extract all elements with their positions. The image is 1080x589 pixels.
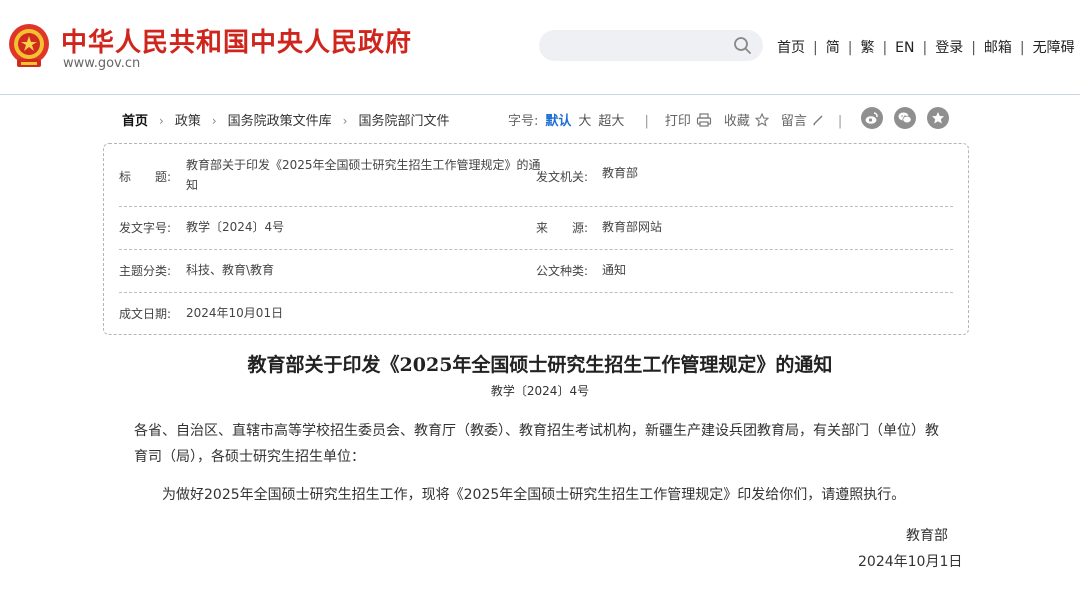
breadcrumb: 首页 › 政策 › 国务院政策文件库 › 国务院部门文件 bbox=[122, 110, 450, 129]
nav-separator: | bbox=[1019, 40, 1025, 56]
nav-home[interactable]: 首页 bbox=[777, 40, 805, 56]
nav-separator: | bbox=[971, 40, 976, 56]
title-label: 标 题: bbox=[119, 170, 172, 184]
article-body: 为做好2025年全国硕士研究生招生工作，现将《2025年全国硕士研究生招生工作管… bbox=[162, 487, 906, 503]
info-row: 标 题: 教育部关于印发《2025年全国硕士研究生招生工作管理规定》的通知 发文… bbox=[119, 153, 953, 207]
issuer-value: 教育部 bbox=[602, 166, 639, 180]
nav-separator: | bbox=[882, 40, 888, 56]
toolbar-divider: | bbox=[644, 114, 649, 129]
font-size-xlarge[interactable]: 超大 bbox=[598, 114, 624, 129]
nav-separator: | bbox=[813, 40, 818, 56]
site-title[interactable]: 中华人民共和国中央人民政府 bbox=[61, 22, 412, 59]
date-value: 2024年10月01日 bbox=[186, 306, 284, 320]
national-emblem-icon[interactable] bbox=[7, 22, 51, 70]
info-row: 发文字号: 教学〔2024〕4号 来 源: 教育部网站 bbox=[119, 207, 953, 250]
article-title: 教育部关于印发《2025年全国硕士研究生招生工作管理规定》的通知 bbox=[247, 354, 833, 376]
chevron-right-icon: › bbox=[159, 114, 164, 128]
issuer-label: 发文机关: bbox=[536, 170, 589, 184]
pencil-icon bbox=[813, 115, 823, 125]
printer-icon bbox=[696, 112, 711, 127]
site-header: 中华人民共和国中央人民政府 www.gov.cn 首页 | 简 | 繁 | EN | 登录 | 邮箱… bbox=[0, 0, 1080, 95]
breadcrumb-department-docs[interactable]: 国务院部门文件 bbox=[358, 114, 449, 129]
chevron-right-icon: › bbox=[342, 114, 348, 128]
font-size-label: 字号: bbox=[508, 114, 539, 129]
nav-traditional[interactable]: 繁 bbox=[860, 40, 874, 56]
source-label: 来 源: bbox=[536, 221, 589, 235]
nav-separator: | bbox=[922, 40, 928, 56]
favorite-button[interactable]: 收藏 bbox=[724, 110, 769, 129]
nav-simplified[interactable]: 简 bbox=[826, 40, 840, 56]
print-label: 打印 bbox=[664, 114, 691, 129]
date-label: 成文日期: bbox=[119, 307, 172, 321]
doctype-label: 公文种类: bbox=[536, 264, 589, 278]
top-nav: 首页 | 简 | 繁 | EN | 登录 | 邮箱 | 无障碍 bbox=[777, 37, 1075, 57]
docno-label: 发文字号: bbox=[119, 221, 172, 235]
wechat-icon[interactable] bbox=[894, 107, 916, 129]
info-row: 成文日期: 2024年10月01日 bbox=[119, 293, 953, 333]
article-signature: 教育部 bbox=[906, 528, 948, 544]
breadcrumb-policy[interactable]: 政策 bbox=[175, 114, 201, 129]
document-info-box: 标 题: 教育部关于印发《2025年全国硕士研究生招生工作管理规定》的通知 发文… bbox=[103, 143, 969, 335]
search-icon[interactable] bbox=[733, 36, 752, 55]
breadcrumb-home[interactable]: 首页 bbox=[122, 114, 148, 129]
font-size-large[interactable]: 大 bbox=[578, 114, 591, 129]
info-row: 主题分类: 科技、教育\教育 公文种类: 通知 bbox=[119, 250, 953, 293]
article-sign-date: 2024年10月1日 bbox=[858, 554, 963, 570]
font-size-default[interactable]: 默认 bbox=[545, 114, 571, 129]
search-box[interactable] bbox=[539, 30, 763, 61]
favorite-label: 收藏 bbox=[723, 114, 750, 129]
nav-login[interactable]: 登录 bbox=[935, 40, 963, 56]
breadcrumb-policy-library[interactable]: 国务院政策文件库 bbox=[228, 114, 332, 129]
docno-value: 教学〔2024〕4号 bbox=[186, 220, 285, 234]
star-outline-icon bbox=[754, 112, 769, 127]
toolbar-divider: | bbox=[837, 114, 843, 129]
comment-label: 留言 bbox=[780, 114, 807, 129]
source-value: 教育部网站 bbox=[602, 220, 663, 234]
category-label: 主题分类: bbox=[119, 264, 172, 278]
doctype-value: 通知 bbox=[602, 263, 627, 277]
article-doc-number: 教学〔2024〕4号 bbox=[490, 384, 590, 398]
nav-mail[interactable]: 邮箱 bbox=[984, 40, 1012, 56]
nav-accessibility[interactable]: 无障碍 bbox=[1033, 40, 1075, 56]
weibo-icon[interactable] bbox=[861, 107, 883, 129]
site-url[interactable]: www.gov.cn bbox=[63, 56, 140, 71]
favorite-star-icon[interactable] bbox=[927, 107, 949, 129]
print-button[interactable]: 打印 bbox=[665, 110, 712, 129]
article-toolbar: 字号: 默认大超大 | 打印 收藏 留言 | bbox=[508, 110, 842, 129]
category-value: 科技、教育\教育 bbox=[186, 263, 275, 277]
article-recipients: 各省、自治区、直辖市高等学校招生委员会、教育厅（教委）、教育招生考试机构，新疆生… bbox=[134, 423, 939, 465]
title-value: 教育部关于印发《2025年全国硕士研究生招生工作管理规定》的通知 bbox=[186, 158, 541, 192]
comment-button[interactable]: 留言 bbox=[781, 110, 824, 129]
chevron-right-icon: › bbox=[211, 114, 217, 128]
nav-separator: | bbox=[847, 40, 853, 56]
nav-english[interactable]: EN bbox=[895, 40, 914, 56]
search-input[interactable] bbox=[553, 36, 723, 55]
